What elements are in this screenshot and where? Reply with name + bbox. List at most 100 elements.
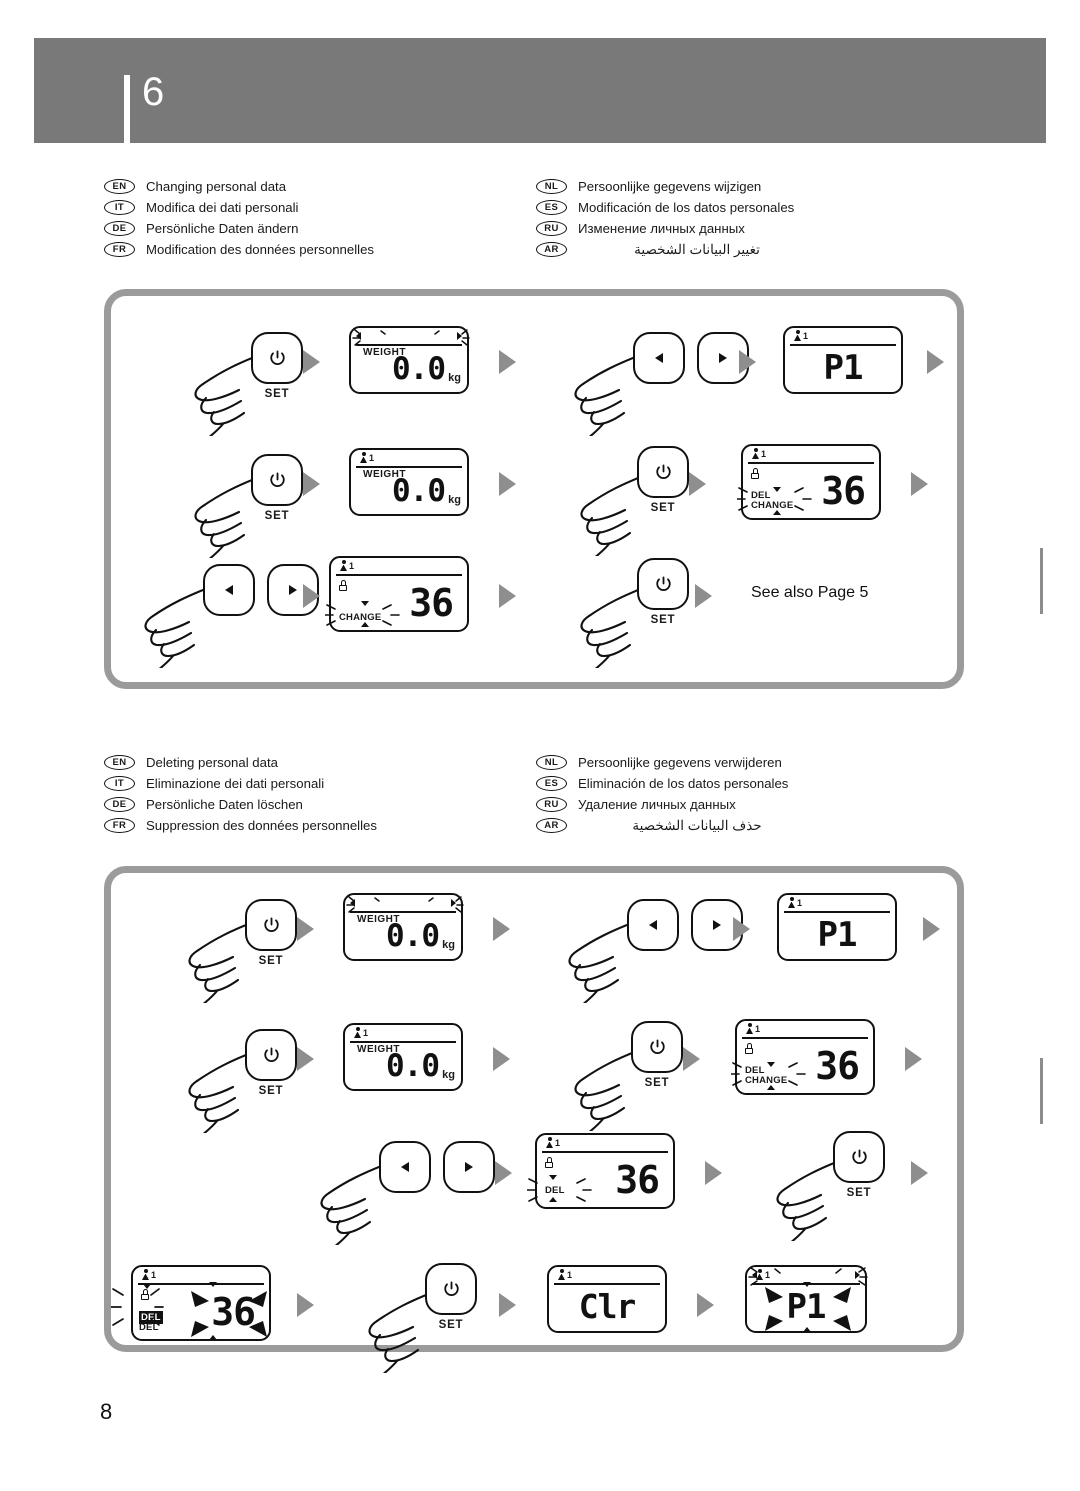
display-age-change-1: 1 CHANGE 36 [324, 556, 469, 632]
language-text-fr: Suppression des données personnelles [146, 818, 377, 833]
arrow-left-button[interactable] [379, 1141, 431, 1193]
display-age-del-change-1: 1 DEL CHANGE 36 [730, 1019, 875, 1095]
flash-marks-mode [730, 1059, 809, 1100]
flow-arrow [297, 1293, 314, 1317]
flow-arrow [739, 350, 756, 374]
language-text-en: Deleting personal data [146, 755, 278, 770]
display-profile-p1-flashing: 1 P1 [745, 1265, 868, 1333]
set-button-label: SET [258, 1085, 284, 1097]
user-index-value: 1 [803, 330, 809, 341]
language-tag-it: IT [104, 200, 135, 215]
weight-value: 0.0 [386, 1048, 440, 1084]
lock-icon [339, 580, 347, 591]
power-set-button[interactable]: SET [245, 899, 297, 967]
power-set-button[interactable]: SET [251, 332, 303, 400]
language-tag-it: IT [104, 776, 135, 791]
language-tag-nl: NL [536, 755, 567, 770]
user-index-value: 1 [349, 560, 355, 571]
step-press-arrow-1 [551, 326, 749, 450]
power-icon [835, 1133, 883, 1181]
lock-icon [545, 1157, 553, 1168]
language-text-es: Modificación de los datos personales [578, 200, 795, 215]
age-value: 36 [409, 581, 454, 625]
arrow-right-button[interactable] [443, 1141, 495, 1193]
flow-arrow [923, 917, 940, 941]
step-press-arrow-1 [545, 893, 743, 1017]
power-set-button[interactable]: SET [245, 1029, 297, 1097]
user-index-value: 1 [755, 1023, 761, 1034]
display-weight-zero-2: 1 WEIGHT 0.0 kg [349, 448, 469, 516]
weight-unit: kg [448, 494, 461, 506]
language-column-right: NL Persoonlijke gegevens verwijderen ES … [536, 752, 827, 836]
display-top-rule [554, 1283, 660, 1285]
chevron-left-icon [635, 334, 683, 382]
illustration-panel-deleting: SET WEIGHT 0.0 kg 1 P1 SET 1 WEIGHT 0.0 … [104, 866, 964, 1387]
power-set-button[interactable]: SET [425, 1263, 477, 1331]
language-row-en: EN Deleting personal data [104, 752, 377, 773]
step-press-set-3: SET [559, 446, 699, 570]
display-top-rule [742, 1037, 868, 1039]
arrow-left-button[interactable] [203, 564, 255, 616]
power-icon [633, 1023, 681, 1071]
flow-arrow [499, 1293, 516, 1317]
person-icon [752, 448, 759, 459]
page-edge-tick-bottom [1040, 1058, 1043, 1124]
language-text-ar: تغيير البيانات الشخصية [634, 241, 760, 257]
language-row-nl: NL Persoonlijke gegevens wijzigen [536, 176, 827, 197]
set-button-label: SET [846, 1187, 872, 1199]
power-set-button[interactable]: SET [631, 1021, 683, 1089]
language-text-ar: حذف البيانات الشخصية [632, 817, 762, 833]
user-index-value: 1 [363, 1027, 369, 1038]
chevron-left-icon [381, 1143, 429, 1191]
arrow-left-button[interactable] [633, 332, 685, 384]
display-top-rule [350, 1041, 456, 1043]
power-set-button[interactable]: SET [637, 446, 689, 514]
section-header-band [34, 38, 1046, 143]
flow-arrow [303, 472, 320, 496]
display-top-rule [336, 574, 462, 576]
set-button-label: SET [264, 510, 290, 522]
lock-icon [745, 1043, 753, 1054]
user-index-indicator: 1 [752, 448, 766, 459]
person-icon [746, 1023, 753, 1034]
flow-arrow [499, 472, 516, 496]
language-row-de: DE Persönliche Daten löschen [104, 794, 377, 815]
display-clear: 1 Clr [547, 1265, 667, 1333]
user-index-indicator: 1 [788, 897, 802, 908]
display-weight-zero-2: 1 WEIGHT 0.0 kg [343, 1023, 463, 1091]
step-press-set-4: SET [755, 1131, 895, 1255]
user-index-indicator: 1 [558, 1269, 572, 1280]
flow-arrow [303, 350, 320, 374]
step-press-set-3: SET [553, 1021, 693, 1145]
language-text-de: Persönliche Daten löschen [146, 797, 303, 812]
language-tag-ar: AR [536, 818, 567, 833]
set-button-label: SET [650, 614, 676, 626]
age-value: 36 [815, 1044, 860, 1088]
display-top-rule [356, 466, 462, 468]
arrow-left-button[interactable] [627, 899, 679, 951]
step-press-set-1: SET [173, 326, 313, 450]
power-set-button[interactable]: SET [637, 558, 689, 626]
display-weight-zero-1: WEIGHT 0.0 kg [343, 893, 464, 961]
power-icon [639, 560, 687, 608]
step-press-set-5: SET [347, 1263, 487, 1387]
language-text-fr: Modification des données personnelles [146, 242, 374, 257]
user-index-value: 1 [567, 1269, 573, 1280]
language-text-en: Changing personal data [146, 179, 287, 194]
language-row-fr: FR Modification des données personnelles [104, 239, 374, 260]
power-icon [253, 456, 301, 504]
language-row-it: IT Modifica dei dati personali [104, 197, 374, 218]
flow-arrow [493, 1047, 510, 1071]
user-index-indicator: 1 [546, 1137, 560, 1148]
flow-arrow [905, 1047, 922, 1071]
power-set-button[interactable]: SET [833, 1131, 885, 1199]
language-row-es: ES Eliminación de los datos personales [536, 773, 827, 794]
weight-unit: kg [442, 939, 455, 951]
weight-unit: kg [448, 372, 461, 384]
user-index-indicator: 1 [794, 330, 808, 341]
section-number: 6 [142, 70, 165, 114]
display-top-rule [748, 462, 874, 464]
display-age-del-1: 1 DEL 36 [526, 1133, 675, 1209]
power-set-button[interactable]: SET [251, 454, 303, 522]
power-icon [247, 901, 295, 949]
